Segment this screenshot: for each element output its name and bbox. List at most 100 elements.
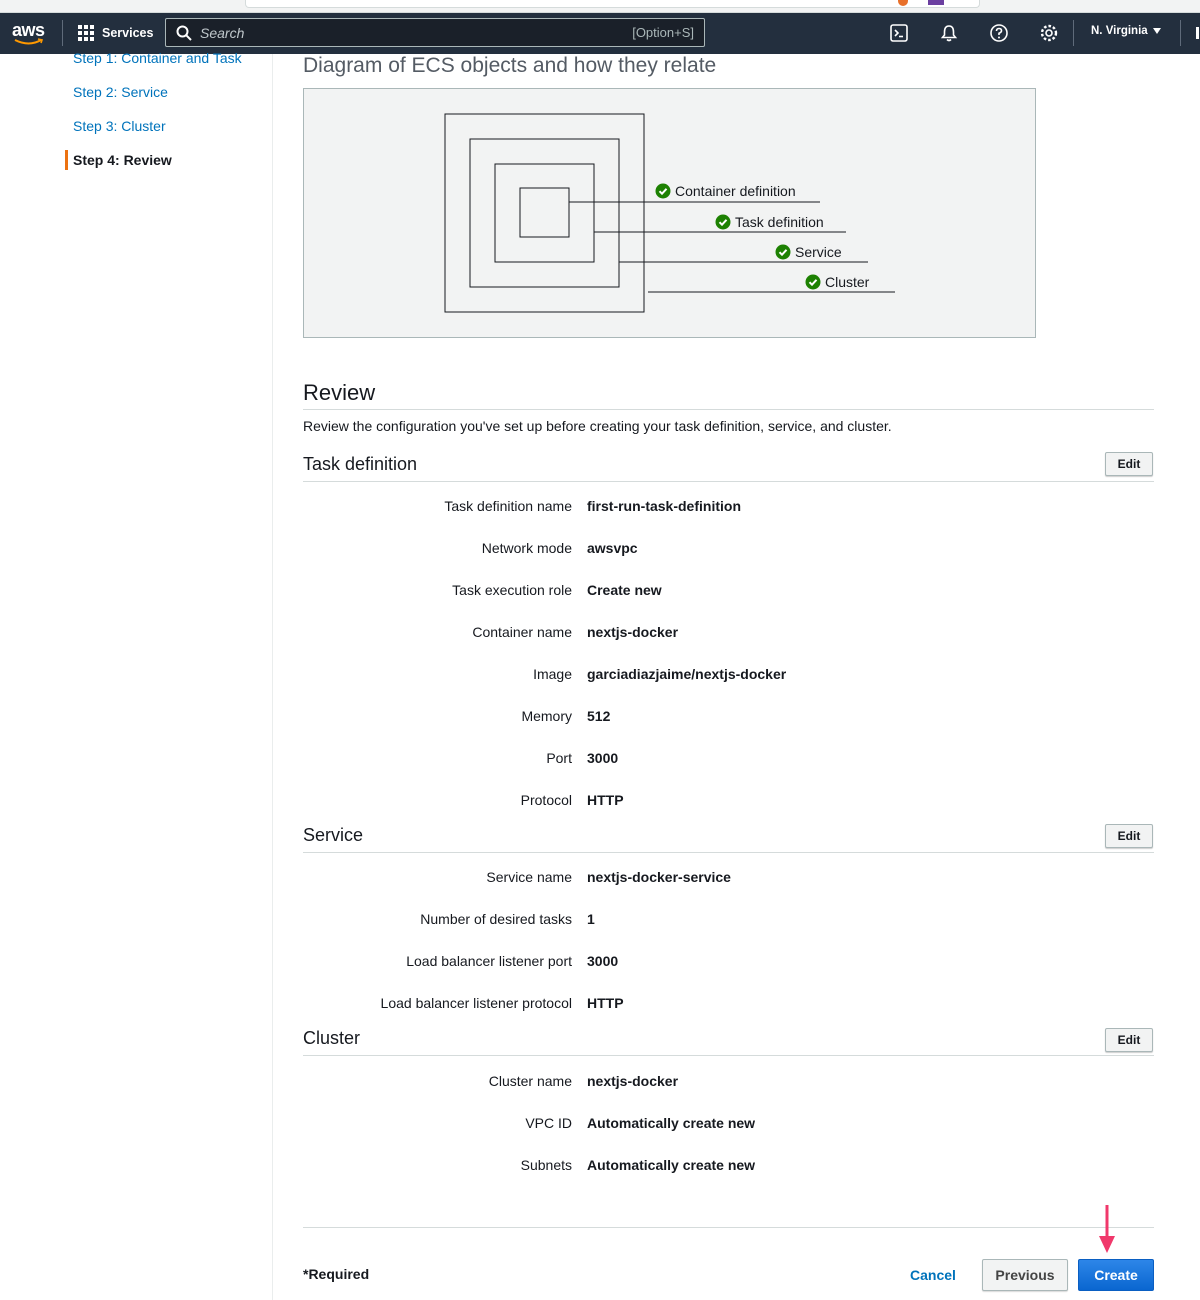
kv-value: HTTP bbox=[587, 792, 624, 808]
step-service[interactable]: Step 2: Service bbox=[65, 82, 242, 116]
kv-key: Protocol bbox=[520, 792, 572, 808]
browser-extension-icon[interactable] bbox=[928, 0, 944, 5]
kv-row: Memory 512 bbox=[303, 706, 1154, 726]
check-circle-icon bbox=[655, 183, 671, 199]
check-circle-icon bbox=[805, 274, 821, 290]
search-icon bbox=[176, 25, 192, 41]
kv-key: Subnets bbox=[520, 1157, 572, 1173]
footer-divider bbox=[303, 1227, 1154, 1228]
cancel-button[interactable]: Cancel bbox=[897, 1259, 969, 1291]
edit-task-definition-button[interactable]: Edit bbox=[1105, 452, 1153, 476]
kv-value: 3000 bbox=[587, 953, 619, 969]
service-text: Service bbox=[795, 244, 842, 260]
cloudshell-icon[interactable] bbox=[889, 23, 909, 43]
kv-value: 512 bbox=[587, 708, 611, 724]
divider bbox=[303, 481, 1154, 482]
notifications-bell-icon[interactable] bbox=[939, 23, 959, 43]
kv-row: Container name nextjs-docker bbox=[303, 622, 1154, 642]
services-menu-button[interactable]: Services bbox=[78, 23, 153, 43]
kv-row: Task definition name first-run-task-defin… bbox=[303, 496, 1154, 516]
cluster-section-title: Cluster bbox=[303, 1028, 361, 1048]
browser-chrome-strip bbox=[0, 0, 1200, 13]
address-bar[interactable] bbox=[245, 0, 980, 8]
kv-row: Subnets Automatically create new bbox=[303, 1155, 1154, 1175]
kv-key: Cluster name bbox=[488, 1073, 572, 1089]
services-label: Services bbox=[102, 26, 154, 40]
kv-value: Create new bbox=[587, 582, 662, 598]
grid-icon bbox=[78, 25, 94, 41]
kv-key: Load balancer listener port bbox=[406, 953, 572, 969]
kv-value: nextjs-docker bbox=[587, 624, 679, 640]
kv-row: Load balancer listener port 3000 bbox=[303, 951, 1154, 971]
step-container-and-task[interactable]: Step 1: Container and Task bbox=[65, 48, 242, 82]
aws-logo[interactable]: aws bbox=[12, 20, 48, 46]
aws-smile-icon bbox=[14, 38, 44, 45]
task-definition-section-title: Task definition bbox=[303, 454, 418, 474]
nav-divider bbox=[62, 20, 63, 46]
nav-divider bbox=[1180, 20, 1181, 46]
kv-key: Task definition name bbox=[444, 498, 572, 514]
divider bbox=[303, 852, 1154, 853]
kv-key: Port bbox=[546, 750, 572, 766]
kv-row: Network mode awsvpc bbox=[303, 538, 1154, 558]
kv-value: awsvpc bbox=[587, 540, 638, 556]
search-bar[interactable]: [Option+S] bbox=[165, 18, 705, 47]
kv-row: Protocol HTTP bbox=[303, 790, 1154, 810]
kv-value: garciadiazjaime/nextjs-docker bbox=[587, 666, 787, 682]
wizard-steps: Step 1: Container and Task Step 2: Servi… bbox=[65, 48, 242, 184]
divider bbox=[303, 1055, 1154, 1056]
kv-value: 3000 bbox=[587, 750, 619, 766]
container-definition-text: Container definition bbox=[675, 183, 796, 199]
ecs-diagram: Container definition Task definition Ser… bbox=[303, 88, 1036, 338]
service-box bbox=[469, 138, 620, 288]
kv-row: Number of desired tasks 1 bbox=[303, 909, 1154, 929]
settings-gear-icon[interactable] bbox=[1039, 23, 1059, 43]
kv-key: VPC ID bbox=[525, 1115, 572, 1131]
diagram-title: Diagram of ECS objects and how they rela… bbox=[303, 54, 717, 77]
caret-down-icon bbox=[1152, 28, 1161, 34]
kv-value: first-run-task-definition bbox=[587, 498, 741, 514]
help-icon[interactable] bbox=[989, 23, 1009, 43]
region-selector[interactable]: N. Virginia bbox=[1091, 25, 1161, 37]
kv-value: Automatically create new bbox=[587, 1157, 756, 1173]
kv-row: Load balancer listener protocol HTTP bbox=[303, 993, 1154, 1013]
kv-value: nextjs-docker bbox=[587, 1073, 679, 1089]
nav-divider bbox=[1073, 20, 1074, 46]
kv-value: Automatically create new bbox=[587, 1115, 756, 1131]
cluster-text: Cluster bbox=[825, 274, 870, 290]
search-input[interactable] bbox=[192, 24, 633, 41]
previous-button[interactable]: Previous bbox=[982, 1259, 1068, 1291]
kv-row: VPC ID Automatically create new bbox=[303, 1113, 1154, 1133]
kv-key: Network mode bbox=[481, 540, 572, 556]
container-definition-box bbox=[519, 187, 570, 238]
annotation-arrow-icon bbox=[1099, 1205, 1115, 1253]
region-label: N. Virginia bbox=[1091, 25, 1148, 37]
kv-value: HTTP bbox=[587, 995, 624, 1011]
kv-key: Service name bbox=[486, 869, 572, 885]
review-description: Review the configuration you've set up b… bbox=[303, 418, 892, 434]
nested-boxes-diagram bbox=[444, 113, 895, 313]
kv-key: Task execution role bbox=[452, 582, 572, 598]
required-note: *Required bbox=[303, 1266, 370, 1282]
check-circle-icon bbox=[775, 244, 791, 260]
kv-key: Image bbox=[533, 666, 572, 682]
edit-service-button[interactable]: Edit bbox=[1105, 824, 1153, 848]
task-definition-box bbox=[494, 163, 595, 263]
service-section-title: Service bbox=[303, 825, 364, 845]
task-definition-label: Task definition bbox=[715, 214, 824, 230]
step-review: Step 4: Review bbox=[65, 150, 242, 184]
kv-key: Container name bbox=[472, 624, 572, 640]
wizard-sidebar: Step 1: Container and Task Step 2: Servi… bbox=[0, 50, 273, 1300]
step-cluster[interactable]: Step 3: Cluster bbox=[65, 116, 242, 150]
cluster-label: Cluster bbox=[805, 274, 869, 290]
kv-key: Memory bbox=[521, 708, 572, 724]
kv-key: Load balancer listener protocol bbox=[380, 995, 572, 1011]
create-button[interactable]: Create bbox=[1078, 1259, 1154, 1291]
kv-key: Number of desired tasks bbox=[420, 911, 572, 927]
edit-cluster-button[interactable]: Edit bbox=[1105, 1028, 1153, 1052]
kv-row: Task execution role Create new bbox=[303, 580, 1154, 600]
divider bbox=[303, 409, 1154, 410]
nav-overflow-icon[interactable] bbox=[1196, 27, 1199, 39]
kv-value: 1 bbox=[587, 911, 595, 927]
kv-value: nextjs-docker-service bbox=[587, 869, 731, 885]
